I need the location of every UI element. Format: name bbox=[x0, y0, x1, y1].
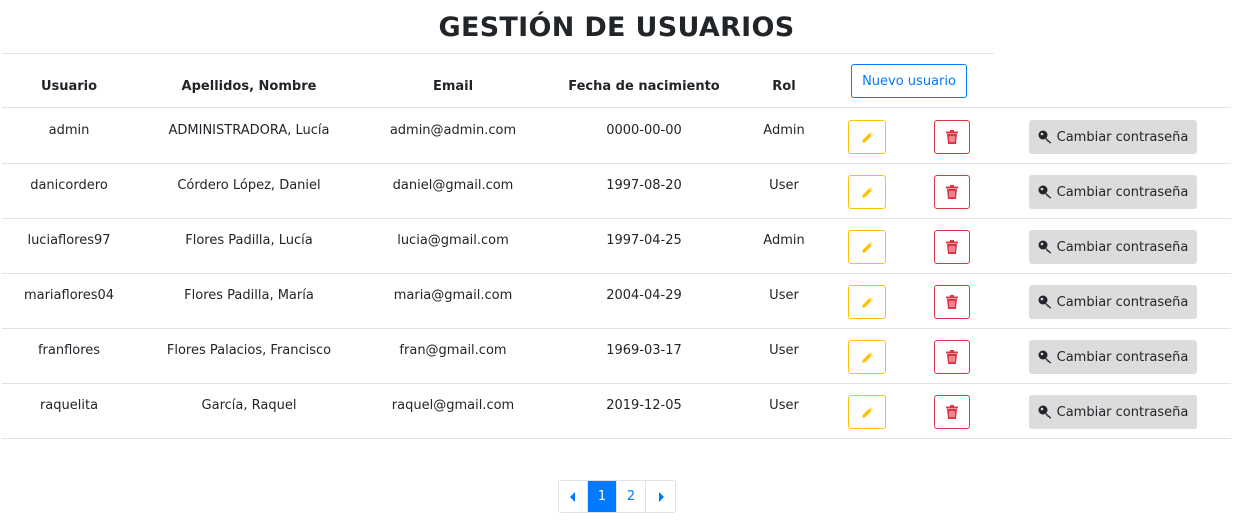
trash-icon bbox=[946, 240, 958, 254]
trash-icon bbox=[946, 130, 958, 144]
cell-nombre: Córdero López, Daniel bbox=[177, 178, 321, 193]
pencil-icon bbox=[861, 406, 873, 418]
key-icon bbox=[1038, 350, 1052, 364]
cell-rol: User bbox=[769, 178, 799, 193]
cell-rol: User bbox=[769, 398, 799, 413]
trash-icon bbox=[946, 185, 958, 199]
edit-user-button[interactable] bbox=[848, 395, 886, 429]
cell-rol: Admin bbox=[763, 233, 805, 248]
delete-user-button[interactable] bbox=[934, 175, 970, 209]
cell-nombre: García, Raquel bbox=[201, 398, 297, 413]
pencil-icon bbox=[861, 186, 873, 198]
caret-right-icon bbox=[658, 491, 664, 502]
cell-fecha: 2019-12-05 bbox=[606, 398, 682, 413]
cell-fecha: 1997-04-25 bbox=[606, 233, 682, 248]
cell-email: lucia@gmail.com bbox=[397, 233, 509, 248]
delete-user-button[interactable] bbox=[934, 120, 970, 154]
change-password-button[interactable]: Cambiar contraseña bbox=[1029, 230, 1197, 264]
delete-user-button[interactable] bbox=[934, 285, 970, 319]
cell-usuario: admin bbox=[48, 123, 90, 138]
change-password-label: Cambiar contraseña bbox=[1056, 404, 1189, 420]
cell-rol: User bbox=[769, 343, 799, 358]
change-password-button[interactable]: Cambiar contraseña bbox=[1029, 175, 1197, 209]
change-password-label: Cambiar contraseña bbox=[1056, 349, 1189, 365]
table-row: danicordero Córdero López, Daniel daniel@g… bbox=[2, 164, 1231, 219]
cell-rol: Admin bbox=[763, 123, 805, 138]
change-password-label: Cambiar contraseña bbox=[1056, 294, 1189, 310]
key-icon bbox=[1038, 130, 1052, 144]
next-page-button[interactable] bbox=[646, 481, 675, 512]
cell-email: raquel@gmail.com bbox=[391, 398, 515, 413]
pencil-icon bbox=[861, 351, 873, 363]
edit-user-button[interactable] bbox=[848, 340, 886, 374]
cell-nombre: Flores Palacios, Francisco bbox=[166, 343, 332, 358]
table-row: raquelita García, Raquel raquel@gmail.com 2… bbox=[2, 384, 1231, 439]
table-row: franflores Flores Palacios, Francisco fran… bbox=[2, 329, 1231, 384]
cell-rol: User bbox=[769, 288, 799, 303]
header-nombre: Apellidos, Nombre bbox=[181, 79, 317, 94]
change-password-button[interactable]: Cambiar contraseña bbox=[1029, 340, 1197, 374]
change-password-label: Cambiar contraseña bbox=[1056, 184, 1189, 200]
change-password-button[interactable]: Cambiar contraseña bbox=[1029, 395, 1197, 429]
edit-user-button[interactable] bbox=[848, 120, 886, 154]
table-header: Usuario Apellidos, Nombre Email Fecha de… bbox=[2, 54, 1231, 108]
table-row: mariaflores04 Flores Padilla, María maria@… bbox=[2, 274, 1231, 329]
caret-left-icon bbox=[570, 491, 575, 502]
new-user-button[interactable]: Nuevo usuario bbox=[851, 64, 967, 98]
cell-usuario: danicordero bbox=[30, 178, 108, 193]
trash-icon bbox=[946, 405, 958, 419]
cell-email: admin@admin.com bbox=[389, 123, 517, 138]
cell-usuario: mariaflores04 bbox=[23, 288, 115, 303]
cell-usuario: raquelita bbox=[39, 398, 99, 413]
page-button-2[interactable]: 2 bbox=[617, 481, 646, 512]
key-icon bbox=[1038, 185, 1052, 199]
pagination: 1 2 bbox=[558, 480, 676, 513]
cell-fecha: 2004-04-29 bbox=[606, 288, 682, 303]
change-password-button[interactable]: Cambiar contraseña bbox=[1029, 285, 1197, 319]
cell-nombre: Flores Padilla, Lucía bbox=[185, 233, 313, 248]
key-icon bbox=[1038, 295, 1052, 309]
cell-fecha: 0000-00-00 bbox=[606, 123, 682, 138]
cell-email: maria@gmail.com bbox=[393, 288, 513, 303]
cell-fecha: 1969-03-17 bbox=[606, 343, 682, 358]
change-password-label: Cambiar contraseña bbox=[1056, 239, 1189, 255]
cell-nombre: ADMINISTRADORA, Lucía bbox=[168, 123, 330, 138]
cell-nombre: Flores Padilla, María bbox=[184, 288, 314, 303]
cell-fecha: 1997-08-20 bbox=[606, 178, 682, 193]
page-title: GESTIÓN DE USUARIOS bbox=[438, 12, 795, 43]
trash-icon bbox=[946, 295, 958, 309]
table-row: luciaflores97 Flores Padilla, Lucía lucia@… bbox=[2, 219, 1231, 274]
edit-user-button[interactable] bbox=[848, 285, 886, 319]
cell-email: daniel@gmail.com bbox=[392, 178, 514, 193]
cell-usuario: luciaflores97 bbox=[27, 233, 111, 248]
pencil-icon bbox=[861, 131, 873, 143]
cell-email: fran@gmail.com bbox=[399, 343, 507, 358]
header-usuario: Usuario bbox=[40, 79, 98, 94]
change-password-label: Cambiar contraseña bbox=[1056, 129, 1189, 145]
trash-icon bbox=[946, 350, 958, 364]
edit-user-button[interactable] bbox=[848, 175, 886, 209]
header-fecha: Fecha de nacimiento bbox=[568, 79, 720, 94]
prev-page-button[interactable] bbox=[559, 481, 588, 512]
pencil-icon bbox=[861, 296, 873, 308]
cell-usuario: franflores bbox=[37, 343, 101, 358]
pencil-icon bbox=[861, 241, 873, 253]
delete-user-button[interactable] bbox=[934, 230, 970, 264]
table-row: admin ADMINISTRADORA, Lucía admin@admin.co… bbox=[2, 109, 1231, 164]
page-button-1[interactable]: 1 bbox=[588, 481, 617, 512]
header-rol: Rol bbox=[772, 79, 796, 94]
delete-user-button[interactable] bbox=[934, 340, 970, 374]
change-password-button[interactable]: Cambiar contraseña bbox=[1029, 120, 1197, 154]
header-email: Email bbox=[432, 79, 474, 94]
key-icon bbox=[1038, 405, 1052, 419]
delete-user-button[interactable] bbox=[934, 395, 970, 429]
key-icon bbox=[1038, 240, 1052, 254]
edit-user-button[interactable] bbox=[848, 230, 886, 264]
